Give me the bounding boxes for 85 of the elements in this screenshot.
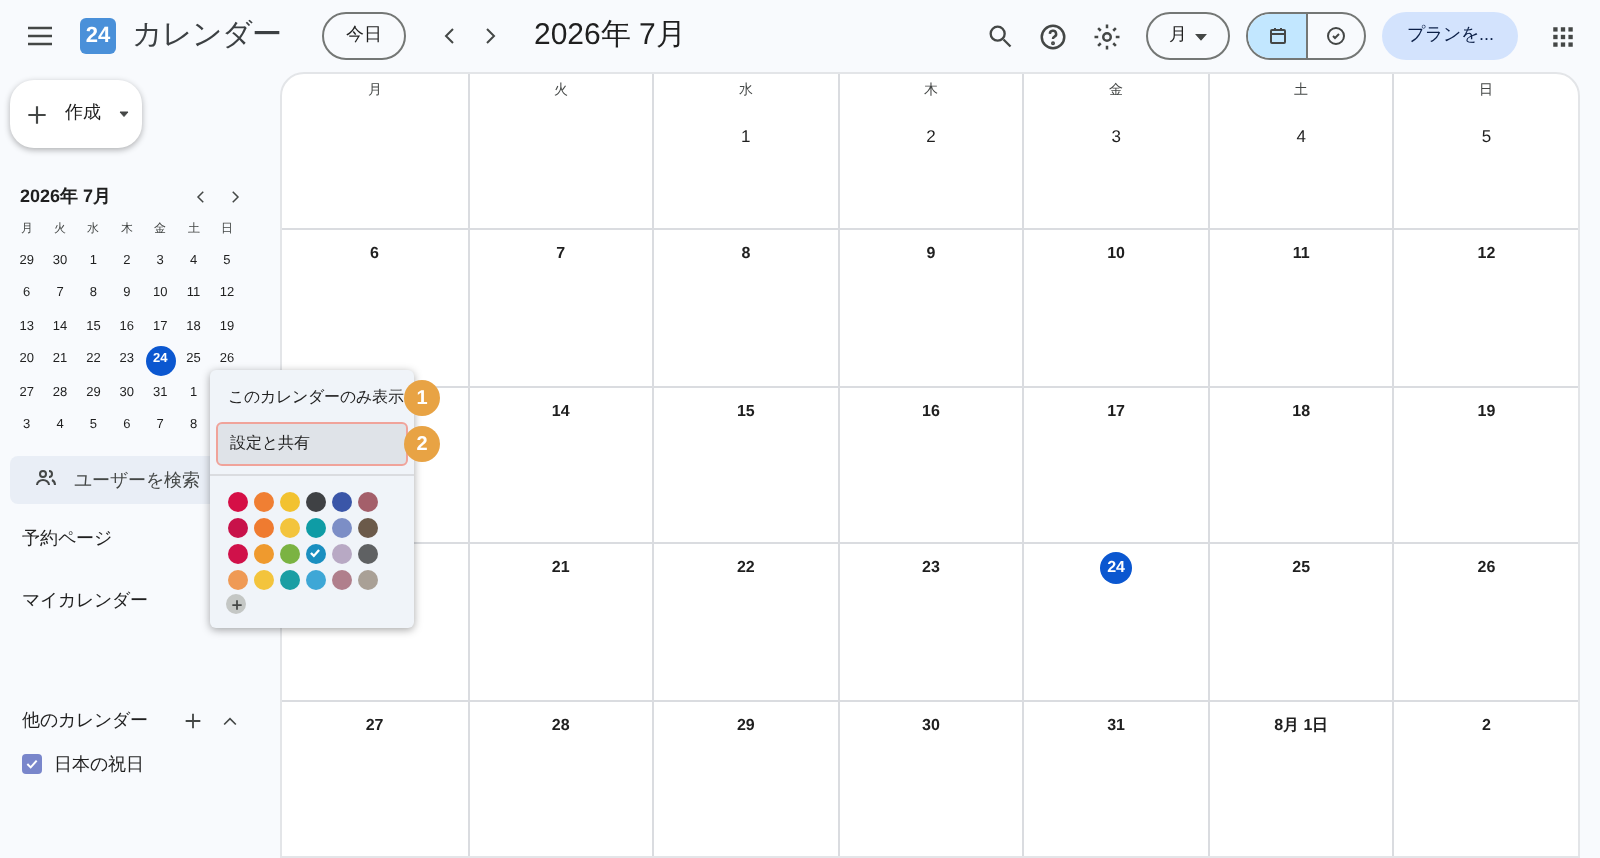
- day-number[interactable]: 9: [914, 238, 947, 271]
- check-circle-icon: [1324, 24, 1349, 48]
- chevron-left-icon[interactable]: [192, 188, 210, 207]
- day-number[interactable]: 8: [729, 238, 762, 271]
- chevron-right-icon[interactable]: [226, 188, 244, 207]
- mini-calendar-title: 2026年 7月: [20, 184, 114, 210]
- day-number[interactable]: 15: [729, 395, 762, 428]
- calendar-logo: 24: [80, 18, 116, 54]
- day-number[interactable]: 16: [914, 395, 947, 428]
- day-number[interactable]: 12: [1470, 238, 1503, 271]
- plus-icon: [23, 101, 49, 127]
- calendar-icon: [1265, 24, 1290, 48]
- color-swatch[interactable]: [227, 569, 247, 589]
- day-number[interactable]: 8月 1日: [1270, 709, 1333, 742]
- day-number[interactable]: 24: [1100, 552, 1133, 585]
- day-number[interactable]: 7: [544, 238, 577, 271]
- menu-item[interactable]: このカレンダーのみ表示: [216, 376, 408, 420]
- color-swatch[interactable]: [279, 543, 299, 563]
- add-color-button[interactable]: [226, 594, 246, 614]
- color-swatch[interactable]: [331, 517, 351, 537]
- checkbox[interactable]: [22, 754, 42, 775]
- day-number[interactable]: 19: [1470, 395, 1503, 428]
- day-number[interactable]: 11: [1285, 238, 1318, 271]
- color-swatch[interactable]: [227, 543, 247, 563]
- section-heading: 他のカレンダー: [22, 708, 150, 734]
- day-number[interactable]: 5: [1470, 121, 1503, 153]
- day-number[interactable]: 2: [914, 121, 947, 153]
- day-number[interactable]: 2: [1470, 709, 1503, 742]
- search-icon[interactable]: [986, 22, 1015, 50]
- color-swatch[interactable]: [305, 517, 325, 537]
- color-swatch[interactable]: [227, 491, 247, 511]
- calendar-view-toggle[interactable]: [1248, 14, 1307, 58]
- plan-button[interactable]: プランを...: [1382, 12, 1518, 60]
- day-number[interactable]: 4: [1285, 121, 1318, 153]
- color-swatch[interactable]: [305, 491, 325, 511]
- color-swatch[interactable]: [253, 491, 273, 511]
- today-button[interactable]: 今日: [322, 12, 406, 60]
- day-number[interactable]: 22: [729, 552, 762, 585]
- color-swatch[interactable]: [253, 569, 273, 589]
- day-number[interactable]: 27: [358, 709, 391, 742]
- color-swatch[interactable]: [227, 517, 247, 537]
- day-number[interactable]: 29: [729, 709, 762, 742]
- calendar-label: 日本の祝日: [54, 751, 144, 777]
- caret-icon: [1194, 29, 1209, 43]
- people-icon: [34, 465, 58, 489]
- day-number[interactable]: 30: [914, 709, 947, 742]
- day-number[interactable]: 31: [1100, 709, 1133, 742]
- booking-page-link[interactable]: 予約ページ: [22, 525, 112, 552]
- color-swatch[interactable]: [279, 517, 299, 537]
- plus-icon[interactable]: [182, 710, 204, 733]
- day-number[interactable]: 21: [544, 552, 577, 585]
- color-swatch[interactable]: [357, 517, 377, 537]
- menu-item[interactable]: 設定と共有: [216, 422, 408, 466]
- create-button[interactable]: 作成: [10, 80, 142, 148]
- callout-badge: 1: [404, 380, 440, 416]
- section-heading: マイカレンダー: [22, 588, 148, 614]
- color-swatch[interactable]: [331, 491, 351, 511]
- color-swatch[interactable]: [305, 569, 325, 589]
- apps-icon[interactable]: [1550, 23, 1576, 49]
- period-title: 2026年 7月: [534, 15, 686, 56]
- day-number[interactable]: 25: [1285, 552, 1318, 585]
- day-number[interactable]: 3: [1100, 121, 1133, 153]
- caret-icon: [117, 108, 129, 120]
- day-number[interactable]: 17: [1100, 395, 1133, 428]
- color-swatch[interactable]: [253, 543, 273, 563]
- day-number[interactable]: 1: [729, 121, 762, 153]
- day-number[interactable]: 23: [914, 552, 947, 585]
- color-swatch[interactable]: [357, 491, 377, 511]
- day-number[interactable]: 28: [544, 709, 577, 742]
- day-number[interactable]: 6: [358, 238, 391, 271]
- color-swatch[interactable]: [305, 543, 325, 563]
- color-swatch[interactable]: [357, 569, 377, 589]
- day-number[interactable]: 18: [1285, 395, 1318, 428]
- color-swatch[interactable]: [331, 543, 351, 563]
- color-swatch[interactable]: [279, 491, 299, 511]
- day-number[interactable]: 26: [1470, 552, 1503, 585]
- day-number[interactable]: 10: [1100, 238, 1133, 271]
- color-swatch[interactable]: [279, 569, 299, 589]
- color-swatch[interactable]: [331, 569, 351, 589]
- day-number[interactable]: 14: [544, 395, 577, 428]
- color-swatch[interactable]: [357, 543, 377, 563]
- color-swatch[interactable]: [253, 517, 273, 537]
- view-dropdown[interactable]: 月: [1146, 12, 1231, 60]
- app-title: カレンダー: [132, 15, 282, 56]
- help-icon[interactable]: [1038, 21, 1069, 51]
